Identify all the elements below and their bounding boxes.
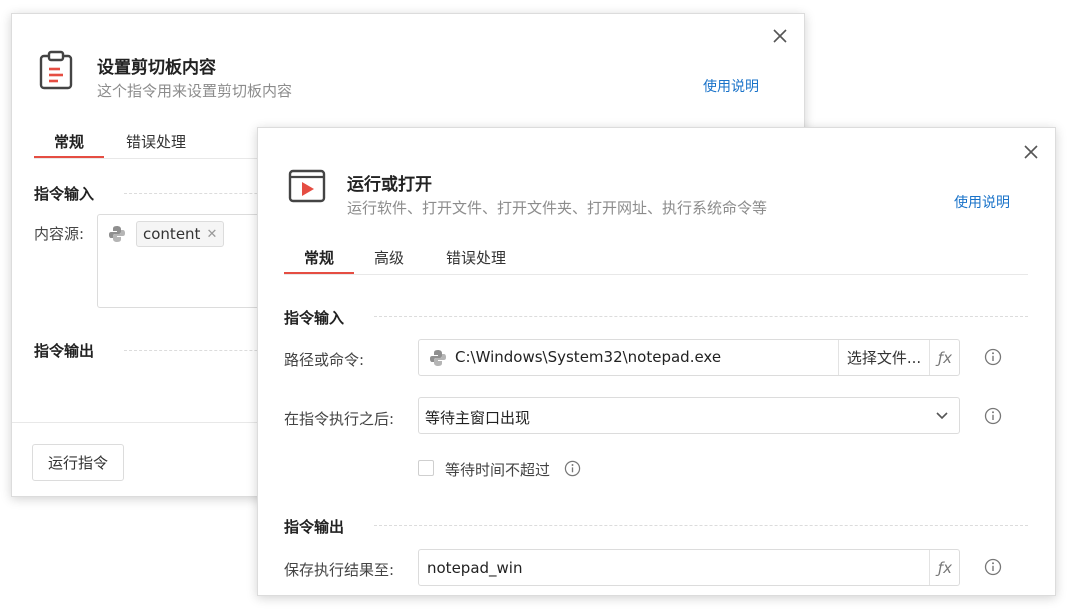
after-exec-value: 等待主窗口出现 [425, 409, 531, 427]
output-section-title: 指令输出 [34, 342, 95, 360]
close-icon [1024, 145, 1038, 159]
close-button[interactable] [1021, 142, 1041, 162]
path-input[interactable]: C:\Windows\System32\notepad.exe 选择文件... … [418, 339, 960, 376]
close-icon [773, 29, 787, 43]
run-or-open-dialog: 运行或打开 运行软件、打开文件、打开文件夹、打开网址、执行系统命令等 使用说明 … [257, 127, 1056, 596]
path-label: 路径或命令: [284, 351, 365, 369]
tag-label: content [143, 225, 201, 243]
help-link[interactable]: 使用说明 [954, 192, 1010, 212]
dialog-title: 设置剪切板内容 [97, 58, 216, 78]
dialog-subtitle: 运行软件、打开文件、打开文件夹、打开网址、执行系统命令等 [347, 199, 768, 217]
wait-timeout-label: 等待时间不超过 [445, 461, 551, 479]
info-icon[interactable] [984, 558, 1002, 576]
chevron-down-icon [936, 412, 948, 420]
info-icon[interactable] [984, 407, 1002, 425]
remove-tag-icon[interactable]: ✕ [206, 227, 217, 242]
tabs-divider [284, 274, 1028, 275]
output-section-title: 指令输出 [284, 518, 345, 536]
save-result-label: 保存执行结果至: [284, 561, 395, 579]
section-divider [374, 316, 1028, 317]
run-command-button[interactable]: 运行指令 [32, 444, 124, 481]
select-file-button[interactable]: 选择文件... [839, 340, 929, 375]
tab-general[interactable]: 常规 [284, 247, 354, 268]
fx-button[interactable]: ƒx [930, 340, 960, 375]
section-divider [374, 525, 1028, 526]
play-window-icon [288, 169, 326, 203]
tab-general[interactable]: 常规 [34, 131, 104, 152]
content-source-label: 内容源: [34, 225, 85, 243]
after-exec-label: 在指令执行之后: [284, 410, 395, 428]
after-exec-select[interactable]: 等待主窗口出现 [418, 397, 960, 434]
save-result-input[interactable]: notepad_win ƒx [418, 549, 960, 586]
dialog-subtitle: 这个指令用来设置剪切板内容 [97, 82, 293, 100]
tab-advanced[interactable]: 高级 [358, 247, 420, 268]
python-icon [429, 349, 447, 371]
close-button[interactable] [770, 26, 790, 46]
tab-error-handling[interactable]: 错误处理 [434, 247, 518, 268]
content-variable-tag: content ✕ [136, 221, 225, 247]
path-value: C:\Windows\System32\notepad.exe [455, 348, 722, 366]
dialog-title: 运行或打开 [347, 175, 432, 195]
tab-error-handling[interactable]: 错误处理 [116, 131, 196, 152]
save-result-value: notepad_win [427, 559, 523, 577]
fx-button[interactable]: ƒx [930, 550, 960, 585]
info-icon[interactable] [564, 460, 581, 477]
input-section-title: 指令输入 [34, 185, 95, 203]
wait-timeout-checkbox[interactable] [418, 460, 434, 476]
input-section-title: 指令输入 [284, 309, 345, 327]
info-icon[interactable] [984, 348, 1002, 366]
help-link[interactable]: 使用说明 [703, 76, 759, 96]
clipboard-icon [38, 50, 74, 90]
python-icon [108, 225, 126, 247]
